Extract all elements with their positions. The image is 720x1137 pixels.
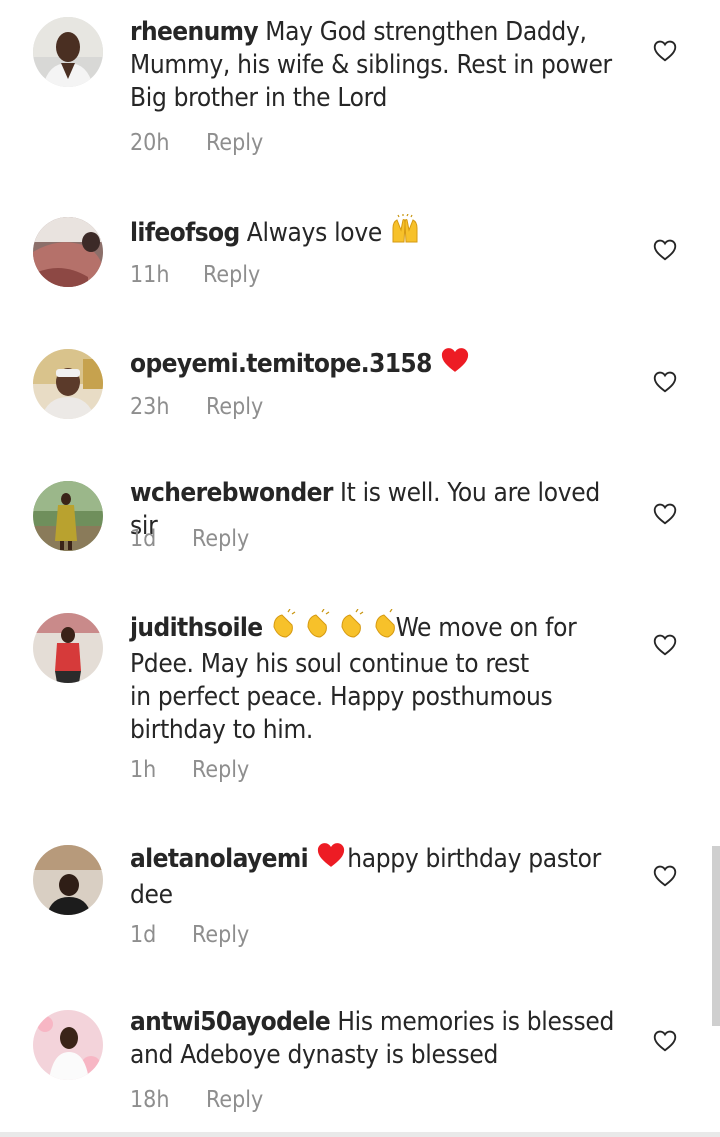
avatar[interactable] <box>33 613 103 683</box>
comment-body-line2: Pdee. May his soul continue to rest <box>130 649 529 679</box>
heart-outline-icon <box>653 239 677 261</box>
clapping-hands-emoji <box>270 608 396 648</box>
avatar[interactable] <box>33 217 103 287</box>
comment-body: May God strengthen Daddy, <box>265 17 587 47</box>
avatar-image <box>33 349 103 419</box>
reply-button[interactable]: Reply <box>206 130 263 156</box>
heart-outline-icon <box>653 1030 677 1052</box>
comment-meta: 11h Reply <box>130 262 260 288</box>
heart-outline-icon <box>653 865 677 887</box>
comment-body: happy birthday pastor <box>347 844 601 874</box>
like-button[interactable] <box>652 1028 678 1054</box>
avatar-image <box>33 845 103 915</box>
avatar[interactable] <box>33 1010 103 1080</box>
avatar-image <box>33 1010 103 1080</box>
heart-outline-icon <box>653 40 677 62</box>
comment-body-line2: Mummy, his wife & siblings. Rest in powe… <box>130 50 612 80</box>
comment-timestamp: 1d <box>130 526 157 552</box>
heart-outline-icon <box>653 371 677 393</box>
reply-button[interactable]: Reply <box>206 1087 263 1113</box>
comment-timestamp: 20h <box>130 130 170 156</box>
avatar-image <box>33 481 103 551</box>
like-button[interactable] <box>652 632 678 658</box>
comment-body-line2: dee <box>130 880 173 910</box>
like-button[interactable] <box>652 369 678 395</box>
comment-timestamp: 18h <box>130 1087 170 1113</box>
bottom-divider <box>0 1132 720 1137</box>
avatar-image <box>33 613 103 683</box>
comment-body: Always love <box>246 218 382 248</box>
avatar[interactable] <box>33 845 103 915</box>
like-button[interactable] <box>652 38 678 64</box>
avatar-image <box>33 217 103 287</box>
like-button[interactable] <box>652 501 678 527</box>
comment-meta: 23h Reply <box>130 394 263 420</box>
comment-timestamp: 11h <box>130 262 170 288</box>
comment-body-line4: birthday to him. <box>130 715 314 745</box>
comment-body: His memories is blessed <box>337 1007 615 1037</box>
comment-meta: 1h Reply <box>130 757 249 783</box>
scrollbar[interactable] <box>712 846 720 1026</box>
avatar-image <box>33 17 103 87</box>
comment-meta: 20h Reply <box>130 130 263 156</box>
comment-meta: 1d Reply <box>130 922 249 948</box>
like-button[interactable] <box>652 863 678 889</box>
comment-username[interactable]: lifeofsog <box>130 218 240 248</box>
reply-button[interactable]: Reply <box>192 922 249 948</box>
comment-text: rheenumy May God strengthen Daddy, Mummy… <box>130 16 620 115</box>
reply-button[interactable]: Reply <box>203 262 260 288</box>
comment-body: We move on for <box>395 613 577 643</box>
avatar[interactable] <box>33 349 103 419</box>
like-button[interactable] <box>652 237 678 263</box>
comment-meta: 1d Reply <box>130 526 249 552</box>
heart-outline-icon <box>653 634 677 656</box>
comment-meta: 18h Reply <box>130 1087 263 1113</box>
reply-button[interactable]: Reply <box>192 757 249 783</box>
comment-username[interactable]: judithsoile <box>130 613 263 643</box>
red-heart-emoji <box>315 840 347 879</box>
raising-hands-emoji <box>389 213 421 253</box>
comment-text: aletanolayemi happy birthday pastor dee <box>130 840 620 912</box>
comment-username[interactable]: rheenumy <box>130 17 259 47</box>
comment-text: antwi50ayodele His memories is blessed a… <box>130 1006 620 1072</box>
comment-text: lifeofsog Always love <box>130 213 620 253</box>
comment-username[interactable]: opeyemi.temitope.3158 <box>130 349 432 379</box>
comment-timestamp: 1h <box>130 757 157 783</box>
comment-username[interactable]: aletanolayemi <box>130 844 309 874</box>
avatar[interactable] <box>33 17 103 87</box>
red-heart-emoji <box>439 345 471 384</box>
comment-text: judithsoile We move on for Pdee. May his… <box>130 608 620 747</box>
comment-body-line3: in perfect peace. Happy posthumous <box>130 682 553 712</box>
comment-text: opeyemi.temitope.3158 <box>130 345 620 384</box>
comment-username[interactable]: antwi50ayodele <box>130 1007 331 1037</box>
reply-button[interactable]: Reply <box>206 394 263 420</box>
avatar[interactable] <box>33 481 103 551</box>
comment-body-line2: and Adeboye dynasty is blessed <box>130 1040 499 1070</box>
comment-username[interactable]: wcherebwonder <box>130 478 333 508</box>
heart-outline-icon <box>653 503 677 525</box>
reply-button[interactable]: Reply <box>192 526 249 552</box>
comment-timestamp: 1d <box>130 922 157 948</box>
comment-timestamp: 23h <box>130 394 170 420</box>
comment-body-line3: Big brother in the Lord <box>130 83 388 113</box>
